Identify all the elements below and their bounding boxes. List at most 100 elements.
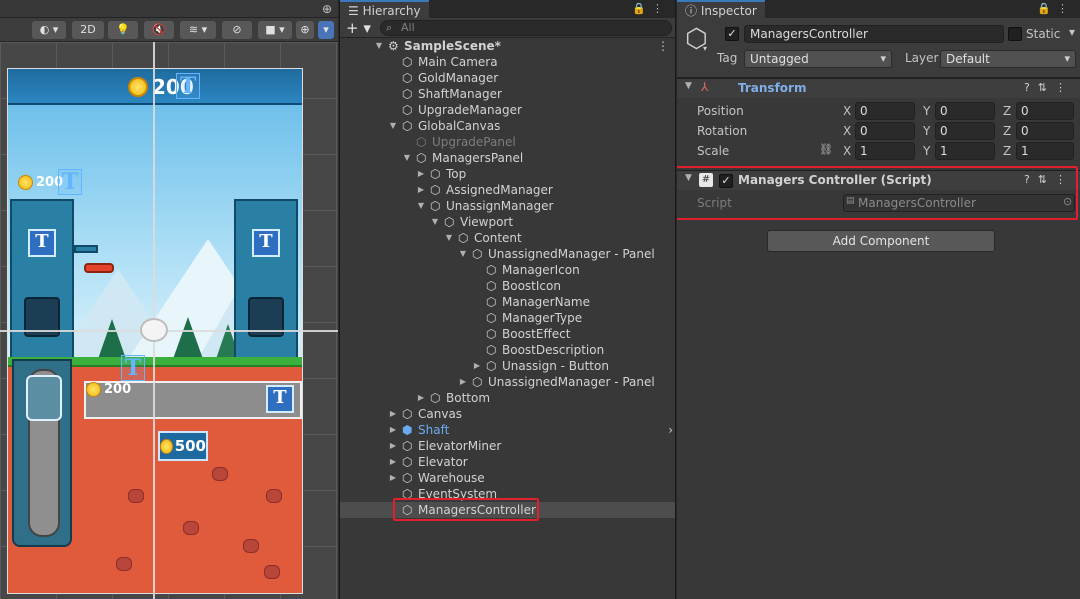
- component-menu-icons[interactable]: ?⇅⋮: [1024, 81, 1074, 94]
- collapse-arrow-icon[interactable]: ▶: [388, 454, 398, 470]
- tree-item-label: ManagersPanel: [432, 151, 524, 165]
- collapse-arrow-icon[interactable]: ▶: [388, 422, 398, 438]
- tree-item-canvas[interactable]: ▶ ⬡ Canvas: [340, 406, 675, 422]
- kebab-menu-icon[interactable]: ⋮: [657, 38, 669, 54]
- info-icon: ⓘ: [685, 4, 698, 18]
- add-component-button[interactable]: Add Component: [767, 230, 995, 252]
- lock-icon[interactable]: 🔒⋮: [1037, 2, 1074, 15]
- tree-item-unassignmanager[interactable]: ▼ ⬡ UnassignManager: [340, 198, 675, 214]
- tree-item-label: ManagerType: [502, 311, 583, 325]
- tree-item-upgradepanel[interactable]: ⬡ UpgradePanel: [340, 134, 675, 150]
- collapse-arrow-icon[interactable]: ▶: [416, 182, 426, 198]
- collapse-arrow-icon[interactable]: ▶: [416, 166, 426, 182]
- tree-item-managername[interactable]: ⬡ ManagerName: [340, 294, 675, 310]
- rotation-z-field[interactable]: 0: [1016, 122, 1074, 140]
- scale-y-field[interactable]: 1: [935, 142, 995, 160]
- expand-arrow-icon[interactable]: ▼: [388, 118, 398, 134]
- collapse-arrow-icon[interactable]: ▶: [388, 438, 398, 454]
- tree-item-elevator[interactable]: ▶ ⬡ Elevator: [340, 454, 675, 470]
- tree-item-elevatorminer[interactable]: ▶ ⬡ ElevatorMiner: [340, 438, 675, 454]
- tree-item-managerspanel[interactable]: ▼ ⬡ ManagersPanel: [340, 150, 675, 166]
- effects-dropdown-icon[interactable]: ≋ ▾: [180, 21, 216, 39]
- tree-item-boosticon[interactable]: ⬡ BoostIcon: [340, 278, 675, 294]
- tree-item-shaft[interactable]: ▶ ⬢ Shaft ›: [340, 422, 675, 438]
- expand-arrow-icon[interactable]: ▼: [402, 150, 412, 166]
- kebab-menu-icon[interactable]: ⊕: [322, 2, 332, 16]
- shading-mode-dropdown[interactable]: ◐ ▾: [32, 21, 66, 39]
- position-y-field[interactable]: 0: [935, 102, 995, 120]
- scale-x-field[interactable]: 1: [855, 142, 915, 160]
- tree-item-boosteffect[interactable]: ⬡ BoostEffect: [340, 326, 675, 342]
- expand-arrow-icon[interactable]: ▼: [374, 38, 384, 54]
- position-x-field[interactable]: 0: [855, 102, 915, 120]
- expand-arrow-icon[interactable]: ▼: [444, 230, 454, 246]
- gameobject-icon: ⬡: [472, 247, 483, 261]
- gizmos-dropdown[interactable]: ▾: [318, 21, 334, 39]
- expand-arrow-icon[interactable]: ▼: [430, 214, 440, 230]
- tree-item-content[interactable]: ▼ ⬡ Content: [340, 230, 675, 246]
- tab-inspector[interactable]: ⓘ Inspector: [677, 0, 765, 18]
- tree-item-unassignedmanager-panel[interactable]: ▼ ⬡ UnassignedManager - Panel: [340, 246, 675, 262]
- open-prefab-chevron-icon[interactable]: ›: [668, 422, 673, 438]
- text-gizmo-icon: T: [121, 355, 145, 381]
- manager-avatar: [26, 375, 62, 421]
- lighting-toggle-icon[interactable]: 💡: [108, 21, 138, 39]
- tree-item-assignedmanager[interactable]: ▶ ⬡ AssignedManager: [340, 182, 675, 198]
- lock-icon[interactable]: 🔒⋮: [632, 2, 669, 15]
- tunnel-gold-counter: 200: [86, 382, 131, 397]
- tree-item-upgrademanager[interactable]: ⬡ UpgradeManager: [340, 102, 675, 118]
- icon-dropdown-arrow[interactable]: ▾: [703, 44, 707, 53]
- tree-item-goldmanager[interactable]: ⬡ GoldManager: [340, 70, 675, 86]
- active-checkbox[interactable]: ✓: [725, 27, 739, 41]
- tree-item-managericon[interactable]: ⬡ ManagerIcon: [340, 262, 675, 278]
- layer-dropdown[interactable]: Default: [940, 50, 1076, 68]
- prefab-icon: ⬢: [402, 423, 413, 437]
- scene-view[interactable]: ⊕ ◐ ▾ 2D 💡 🔇 ≋ ▾ ⊘ ■ ▾ ⊕ ▾ 200 T 200 T T…: [0, 0, 338, 599]
- toggle-2d-button[interactable]: 2D: [72, 21, 104, 39]
- lower-gold-box: 500: [158, 431, 208, 461]
- tree-item-bottom[interactable]: ▶ ⬡ Bottom: [340, 390, 675, 406]
- tag-dropdown[interactable]: Untagged: [744, 50, 892, 68]
- static-checkbox[interactable]: [1008, 27, 1022, 41]
- collapse-arrow-icon[interactable]: ▶: [472, 358, 482, 374]
- object-name-field[interactable]: ManagersController: [744, 25, 1004, 43]
- camera-dropdown-icon[interactable]: ■ ▾: [258, 21, 292, 39]
- gizmo-icon[interactable]: ⊕: [296, 21, 314, 39]
- position-z-field[interactable]: 0: [1016, 102, 1074, 120]
- tree-item-viewport[interactable]: ▼ ⬡ Viewport: [340, 214, 675, 230]
- tree-item-top[interactable]: ▶ ⬡ Top: [340, 166, 675, 182]
- tree-item-label: ElevatorMiner: [418, 439, 502, 453]
- tree-item-unassign-button[interactable]: ▶ ⬡ Unassign - Button: [340, 358, 675, 374]
- tree-item-boostdescription[interactable]: ⬡ BoostDescription: [340, 342, 675, 358]
- rotation-x-field[interactable]: 0: [855, 122, 915, 140]
- tab-hierarchy[interactable]: ☰ Hierarchy: [340, 0, 429, 18]
- expand-arrow-icon[interactable]: ▼: [416, 198, 426, 214]
- camera-gizmo-icon[interactable]: [140, 318, 168, 342]
- static-label: Static: [1026, 27, 1061, 41]
- tree-item-warehouse[interactable]: ▶ ⬡ Warehouse: [340, 470, 675, 486]
- audio-toggle-icon[interactable]: 🔇: [144, 21, 174, 39]
- inspector-tab-bar: ⓘ Inspector 🔒⋮: [677, 0, 1080, 18]
- rotation-y-field[interactable]: 0: [935, 122, 995, 140]
- tree-item-globalcanvas[interactable]: ▼ ⬡ GlobalCanvas: [340, 118, 675, 134]
- foldout-arrow-icon[interactable]: ▼: [685, 81, 692, 91]
- collapse-arrow-icon[interactable]: ▶: [458, 374, 468, 390]
- collapse-arrow-icon[interactable]: ▶: [416, 390, 426, 406]
- visibility-toggle-icon[interactable]: ⊘: [222, 21, 252, 39]
- transform-header[interactable]: ▼ ⅄ Transform ?⇅⋮: [677, 78, 1080, 98]
- expand-arrow-icon[interactable]: ▼: [458, 246, 468, 262]
- scale-z-field[interactable]: 1: [1016, 142, 1074, 160]
- constrain-scale-link-icon[interactable]: ⛓: [819, 143, 833, 156]
- collapse-arrow-icon[interactable]: ▶: [388, 406, 398, 422]
- tree-item-samplescene[interactable]: ▼ ⚙ SampleScene* ⋮: [340, 38, 675, 54]
- static-dropdown-arrow[interactable]: ▾: [1069, 25, 1075, 39]
- axis-y-label: Y: [923, 144, 931, 158]
- collapse-arrow-icon[interactable]: ▶: [388, 470, 398, 486]
- add-object-button[interactable]: + ▾: [346, 18, 371, 38]
- tree-item-managertype[interactable]: ⬡ ManagerType: [340, 310, 675, 326]
- gameobject-icon: ⬡: [486, 343, 497, 357]
- tree-item-unassignedmanager-panel-2[interactable]: ▶ ⬡ UnassignedManager - Panel: [340, 374, 675, 390]
- tree-item-main-camera[interactable]: ⬡ Main Camera: [340, 54, 675, 70]
- hierarchy-search-input[interactable]: All: [380, 20, 672, 36]
- tree-item-shaftmanager[interactable]: ⬡ ShaftManager: [340, 86, 675, 102]
